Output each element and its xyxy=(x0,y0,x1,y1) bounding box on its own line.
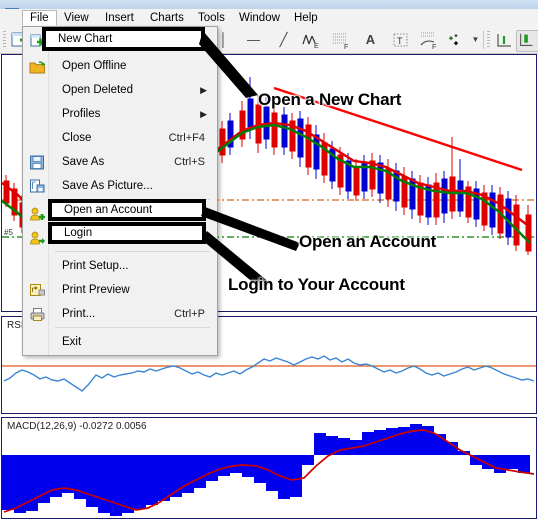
menu-item-label: Save As xyxy=(62,156,105,168)
shapes-dropdown-icon[interactable] xyxy=(445,30,466,50)
menu-item-accelerator: Ctrl+F4 xyxy=(168,132,205,144)
print-icon xyxy=(29,306,46,323)
login-user-icon xyxy=(29,230,46,247)
open-folder-icon xyxy=(29,58,46,75)
submenu-arrow-icon: ▶ xyxy=(200,109,207,119)
bar-chart-icon[interactable] xyxy=(516,30,538,52)
submenu-arrow-icon: ▶ xyxy=(200,85,207,95)
highlight-box-new-chart: New Chart xyxy=(42,27,205,51)
highlight-box-open-an-account: Open an Account xyxy=(48,199,206,221)
highlight-label-login: Login xyxy=(64,227,93,239)
menu-item-open-offline[interactable]: Open Offline xyxy=(24,55,217,78)
svg-text:E: E xyxy=(314,43,319,50)
menu-separator xyxy=(55,251,210,252)
menu-item-save-as[interactable]: Save As Ctrl+S xyxy=(24,151,217,174)
fibo-channel-icon[interactable]: F xyxy=(418,30,439,50)
svg-text:F: F xyxy=(344,44,348,50)
price-marker: #5 xyxy=(4,228,13,237)
crosshair-icon[interactable] xyxy=(494,30,515,50)
highlight-label-new-chart: New Chart xyxy=(58,33,113,45)
menu-item-accelerator: Ctrl+S xyxy=(174,156,205,168)
horizontal-line-icon[interactable]: — xyxy=(243,30,264,50)
save-floppy-icon xyxy=(29,154,46,171)
highlight-label-open-an-account: Open an Account xyxy=(64,204,153,216)
menu-item-label: Open Offline xyxy=(62,60,127,72)
menu-item-save-as-picture[interactable]: Save As Picture... xyxy=(24,175,217,198)
menu-insert[interactable]: Insert xyxy=(98,10,141,26)
toolbar-separator-2 xyxy=(483,31,484,49)
menu-item-label: Save As Picture... xyxy=(62,180,153,192)
text-icon[interactable]: A xyxy=(360,30,381,50)
menu-separator xyxy=(55,327,210,328)
menu-item-exit[interactable]: Exit xyxy=(24,331,217,354)
highlight-box-login: Login xyxy=(48,222,206,244)
text-label-icon[interactable]: T xyxy=(390,30,411,50)
add-user-icon xyxy=(29,206,46,223)
print-preview-icon xyxy=(29,282,46,299)
toolbar-grip[interactable] xyxy=(3,31,6,49)
menu-item-label: Print Preview xyxy=(62,284,130,296)
menu-view[interactable]: View xyxy=(57,10,96,26)
menu-item-print[interactable]: Print... Ctrl+P xyxy=(24,303,217,326)
trendline-icon[interactable]: ╱ xyxy=(273,30,294,50)
menu-item-label: Print... xyxy=(62,308,96,320)
menu-item-print-preview[interactable]: Print Preview xyxy=(24,279,217,302)
toolbar-grip-2[interactable] xyxy=(487,31,490,49)
menu-window[interactable]: Window xyxy=(232,10,287,26)
menu-item-label: Profiles xyxy=(62,108,101,120)
menu-item-profiles[interactable]: Profiles ▶ xyxy=(24,103,217,126)
menu-item-close[interactable]: Close Ctrl+F4 xyxy=(24,127,217,150)
menu-item-label: Print Setup... xyxy=(62,260,129,272)
menu-tools[interactable]: Tools xyxy=(191,10,232,26)
macd-panel[interactable]: MACD(12,26,9) -0.0272 0.0056 xyxy=(1,417,537,519)
callout-new-chart: Open a New Chart xyxy=(258,90,402,109)
save-picture-icon xyxy=(29,178,46,195)
menu-item-label: Close xyxy=(62,132,92,144)
svg-text:T: T xyxy=(397,36,403,46)
menu-item-accelerator: Ctrl+P xyxy=(174,308,205,320)
menu-item-label: Open Deleted xyxy=(62,84,133,96)
macd-chart-svg xyxy=(2,424,535,516)
elliott-wave-icon[interactable]: E xyxy=(300,30,321,50)
callout-login: Login to Your Account xyxy=(228,275,405,294)
menu-item-open-deleted[interactable]: Open Deleted ▶ xyxy=(24,79,217,102)
menu-file[interactable]: File xyxy=(22,10,57,26)
menu-item-label: Exit xyxy=(62,336,82,348)
fibonacci-retracement-icon[interactable]: F xyxy=(330,30,351,50)
svg-text:F: F xyxy=(432,44,436,50)
menu-help[interactable]: Help xyxy=(287,10,325,26)
callout-open-account: Open an Account xyxy=(299,232,437,251)
file-dropdown-menu[interactable]: New Chart Open Offline Open Deleted ▶ Pr… xyxy=(22,26,218,356)
menu-charts[interactable]: Charts xyxy=(143,10,191,26)
menu-item-print-setup[interactable]: Print Setup... xyxy=(24,255,217,278)
application-window: File View Insert Charts Tools Window Hel… xyxy=(0,0,538,521)
